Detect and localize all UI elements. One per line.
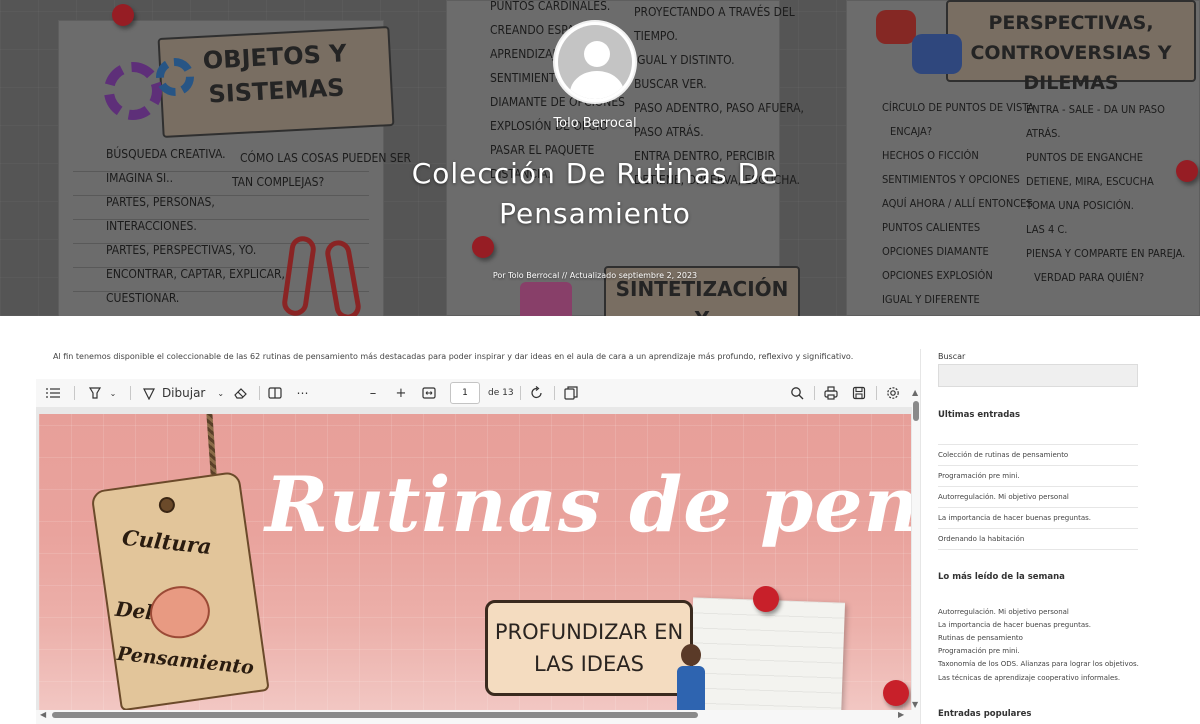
post-intro: Al fin tenemos disponible el coleccionab… (53, 352, 854, 361)
most-read-link[interactable]: Programación pre mini. (938, 647, 1020, 655)
scroll-up-icon[interactable]: ▲ (912, 389, 918, 397)
post-meta: Por Tolo Berrocal // Actualizado septiem… (492, 271, 698, 280)
search-icon (791, 387, 804, 400)
list-divider (938, 549, 1138, 550)
figure-head (681, 644, 701, 666)
horizontal-scroll-thumb[interactable] (52, 712, 698, 718)
minus-icon: – (369, 385, 377, 401)
vertical-scroll-thumb[interactable] (913, 401, 919, 421)
more-options-button[interactable]: ⋯ (292, 379, 314, 407)
highlight-button[interactable]: ⌄ (82, 379, 122, 407)
pages-icon (564, 386, 578, 400)
paper-note (688, 597, 846, 710)
fit-width-button[interactable] (418, 379, 440, 407)
list-icon (46, 388, 60, 398)
draw-label: Dibujar (161, 386, 206, 400)
eraser-icon (234, 388, 247, 399)
vertical-scrollbar[interactable]: ▲ ▼ (912, 389, 920, 709)
most-read-link[interactable]: Autorregulación. Mi objetivo personal (938, 608, 1069, 616)
recent-post-link[interactable]: Ordenando la habitación (938, 528, 1138, 549)
brain-icon (146, 582, 214, 643)
figure-body (677, 666, 705, 710)
more-icon: ⋯ (296, 386, 310, 400)
most-read-link[interactable]: La importancia de hacer buenas preguntas… (938, 621, 1091, 629)
toolbar-separator (554, 386, 555, 400)
contents-button[interactable] (42, 379, 64, 407)
popular-posts-heading: Entradas populares (938, 709, 1032, 719)
settings-button[interactable] (882, 379, 904, 407)
pushpin-icon (753, 586, 779, 612)
author-name[interactable]: Tolo Berrocal (495, 116, 695, 131)
most-read-link[interactable]: Rutinas de pensamiento (938, 634, 1023, 642)
page-total: de 13 (488, 388, 514, 398)
ribbon-line: LAS IDEAS (534, 652, 644, 676)
recent-post-link[interactable]: Programación pre mini. (938, 465, 1138, 486)
zoom-in-button[interactable]: + (390, 379, 412, 407)
user-icon-body (570, 71, 624, 99)
book-icon (268, 387, 282, 399)
pdf-document-area[interactable]: Rutinas de pensam Cultura Del Pensamient… (36, 407, 912, 710)
rotate-button[interactable] (526, 379, 548, 407)
save-icon (852, 386, 866, 400)
recent-post-link[interactable]: Colección de rutinas de pensamiento (938, 444, 1138, 465)
search-input[interactable] (938, 364, 1138, 387)
tag-word: Cultura (120, 524, 213, 559)
zoom-out-button[interactable]: – (362, 379, 384, 407)
recent-post-link[interactable]: La importancia de hacer buenas preguntas… (938, 507, 1138, 528)
chevron-down-icon: ⌄ (109, 388, 117, 398)
chevron-down-icon: ⌄ (217, 388, 225, 398)
pdf-viewer: ⌄ Dibujar ⌄ ⋯ – + 1 de 13 Rutinas de pen… (36, 379, 920, 724)
plus-icon: + (395, 385, 407, 401)
post-title: Colección De Rutinas De Pensamiento (380, 154, 810, 234)
horizontal-scrollbar[interactable]: ◀ ▶ (36, 710, 912, 720)
pdf-headline: Rutinas de pensam (265, 460, 911, 549)
pdf-toolbar: ⌄ Dibujar ⌄ ⋯ – + 1 de 13 (36, 379, 920, 407)
pdf-page: Rutinas de pensam Cultura Del Pensamient… (39, 414, 911, 710)
highlighter-icon (88, 387, 101, 399)
scroll-left-icon[interactable]: ◀ (40, 711, 46, 719)
toolbar-separator (74, 386, 75, 400)
page-number-input[interactable]: 1 (450, 382, 480, 404)
page-view-button[interactable] (264, 379, 286, 407)
tag-word: Del (114, 596, 155, 625)
recent-posts-heading: Ultimas entradas (938, 410, 1021, 420)
toolbar-separator (259, 386, 260, 400)
most-read-link[interactable]: Las técnicas de aprendizaje cooperativo … (938, 674, 1120, 682)
most-read-heading: Lo más leído de la semana (938, 572, 1065, 582)
sidebar: Buscar Ultimas entradas Colección de rut… (938, 0, 1148, 724)
tag-word: Pensamiento (116, 642, 255, 680)
rotate-icon (531, 386, 542, 399)
most-read-link[interactable]: Taxonomía de los ODS. Alianzas para logr… (938, 660, 1139, 668)
author-avatar[interactable] (553, 20, 637, 104)
profundizar-ribbon: PROFUNDIZAR EN LAS IDEAS (485, 600, 693, 696)
toolbar-separator (520, 386, 521, 400)
printer-icon (824, 386, 838, 400)
search-button[interactable] (786, 379, 808, 407)
pushpin-icon (883, 680, 909, 706)
scroll-right-icon[interactable]: ▶ (898, 711, 904, 719)
toolbar-separator (130, 386, 131, 400)
erase-button[interactable] (230, 379, 252, 407)
search-label: Buscar (938, 352, 966, 361)
user-icon (558, 25, 632, 99)
toolbar-separator (876, 386, 877, 400)
draw-button[interactable]: Dibujar ⌄ (140, 379, 226, 407)
gear-icon (887, 387, 899, 399)
post-title-line: Colección De Rutinas De (411, 157, 779, 190)
save-button[interactable] (848, 379, 870, 407)
thinking-figure (675, 644, 705, 710)
recent-post-link[interactable]: Autorregulación. Mi objetivo personal (938, 486, 1138, 507)
scroll-down-icon[interactable]: ▼ (912, 701, 918, 709)
cultura-tag: Cultura Del Pensamiento (90, 470, 270, 710)
pen-icon (142, 388, 155, 400)
fit-width-icon (422, 387, 436, 399)
tag-hole (157, 495, 176, 515)
print-button[interactable] (820, 379, 842, 407)
content-divider (920, 349, 921, 724)
toolbar-separator (814, 386, 815, 400)
two-page-button[interactable] (560, 379, 582, 407)
ribbon-line: PROFUNDIZAR EN (494, 620, 684, 644)
user-icon-head (584, 41, 610, 67)
post-title-line: Pensamiento (499, 197, 691, 230)
